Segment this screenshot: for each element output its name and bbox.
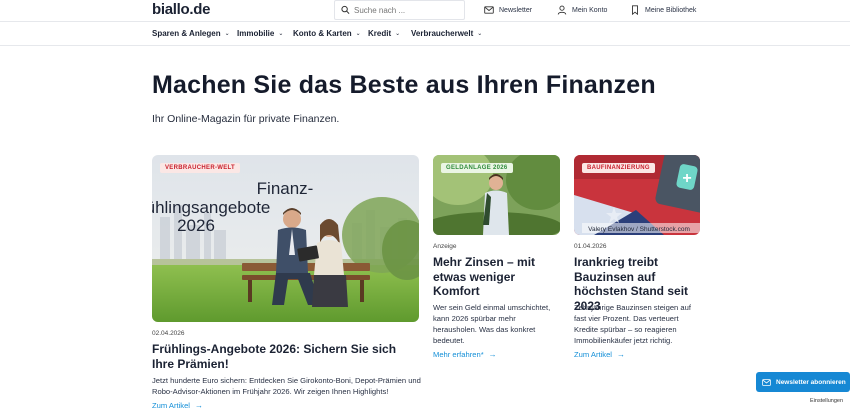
category-badge[interactable]: GELDANLAGE 2026 [441, 163, 513, 173]
my-account-link-label: Mein Konto [572, 6, 608, 14]
article-label: Anzeige [433, 243, 457, 250]
category-badge[interactable]: BAUFINANZIERUNG [582, 163, 655, 173]
plus-icon: + [682, 170, 691, 187]
read-article-label: Zum Artikel [152, 401, 190, 410]
arrow-right-icon: → [194, 401, 203, 410]
newsletter-subscribe-label: Newsletter abonnieren [776, 378, 846, 386]
main-nav: Sparen & Anlegen ⌄ Immobilie ⌄ Konto & Kar… [0, 22, 850, 46]
nav-item-sparen-anlegen[interactable]: Sparen & Anlegen ⌄ [152, 29, 230, 38]
nav-item-label: Sparen & Anlegen [152, 29, 221, 38]
search-box[interactable] [334, 0, 465, 20]
article-date: 02.04.2026 [152, 330, 185, 337]
nav-item-label: Kredit [368, 29, 392, 38]
couple-on-bench-image: Finanz- ühlingsangebote 2026 [152, 155, 419, 322]
settings-link[interactable]: Einstellungen [810, 398, 843, 404]
article-image-geldanlage[interactable]: GELDANLAGE 2026 [433, 155, 560, 235]
nav-item-verbraucherwelt[interactable]: Verbraucherwelt ⌄ [411, 29, 482, 38]
newsletter-link-label: Newsletter [499, 6, 533, 14]
category-badge[interactable]: VERBRAUCHER-WELT [160, 163, 241, 173]
chevron-down-icon: ⌄ [477, 31, 483, 37]
search-icon [341, 5, 350, 14]
bookmark-icon [632, 5, 638, 15]
nav-item-label: Verbraucherwelt [411, 29, 474, 38]
my-account-link[interactable]: Mein Konto [557, 5, 607, 15]
newsletter-subscribe-button[interactable]: Newsletter abonnieren [756, 372, 850, 392]
newsletter-link[interactable]: Newsletter [484, 5, 532, 15]
user-icon [557, 5, 567, 15]
image-text-line: 2026 [177, 216, 215, 235]
nav-item-kredit[interactable]: Kredit ⌄ [368, 29, 400, 38]
nav-item-konto-karten[interactable]: Konto & Karten ⌄ [293, 29, 361, 38]
image-text-line: Finanz- [257, 179, 314, 198]
chevron-down-icon: ⌄ [224, 31, 230, 37]
image-text-line: ühlingsangebote [152, 198, 270, 217]
arrow-right-icon: → [488, 350, 497, 359]
read-article-link[interactable]: Zum Artikel → [574, 350, 625, 359]
mail-icon [484, 6, 494, 14]
chevron-down-icon: ⌄ [278, 31, 284, 37]
mail-icon [762, 378, 771, 386]
article-image-baufinanzierung[interactable]: + Valery Evlakhov / Shutterstock.com BAU… [574, 155, 700, 235]
my-library-link-label: Meine Bibliothek [645, 6, 697, 14]
article-title[interactable]: Mehr Zinsen – mit etwas weniger Komfort [433, 255, 563, 299]
chevron-down-icon: ⌄ [355, 31, 361, 37]
article-teaser: Jetzt hunderte Euro sichern: Entdecken S… [152, 376, 421, 396]
search-input[interactable] [354, 5, 464, 15]
read-article-link[interactable]: Zum Artikel → [152, 401, 203, 410]
article-teaser: Wer sein Geld einmal umschichtet, kann 2… [433, 303, 551, 345]
learn-more-label: Mehr erfahren* [433, 350, 484, 359]
arrow-right-icon: → [616, 350, 625, 359]
page-title: Machen Sie das Beste aus Ihren Finanzen [152, 71, 656, 99]
article-image-spring-offers[interactable]: Finanz- ühlingsangebote 2026 VERBRAUCHER… [152, 155, 419, 322]
nav-item-immobilie[interactable]: Immobilie ⌄ [237, 29, 283, 38]
learn-more-link[interactable]: Mehr erfahren* → [433, 350, 497, 359]
article-teaser: Zehnjährige Bauzinsen steigen auf fast v… [574, 303, 691, 345]
page-subtitle: Ihr Online-Magazin für private Finanzen. [152, 113, 340, 125]
image-credit: Valery Evlakhov / Shutterstock.com [588, 226, 690, 233]
article-title[interactable]: Frühlings-Angebote 2026: Sichern Sie sic… [152, 342, 420, 371]
article-date: 01.04.2026 [574, 243, 607, 250]
nav-item-label: Immobilie [237, 29, 275, 38]
read-article-label: Zum Artikel [574, 350, 612, 359]
logo[interactable]: biallo.de [152, 1, 210, 18]
my-library-link[interactable]: Meine Bibliothek [630, 5, 696, 15]
chevron-down-icon: ⌄ [395, 31, 401, 37]
top-bar: biallo.de Newsletter Mein Konto Meine Bi… [0, 0, 850, 22]
nav-item-label: Konto & Karten [293, 29, 352, 38]
